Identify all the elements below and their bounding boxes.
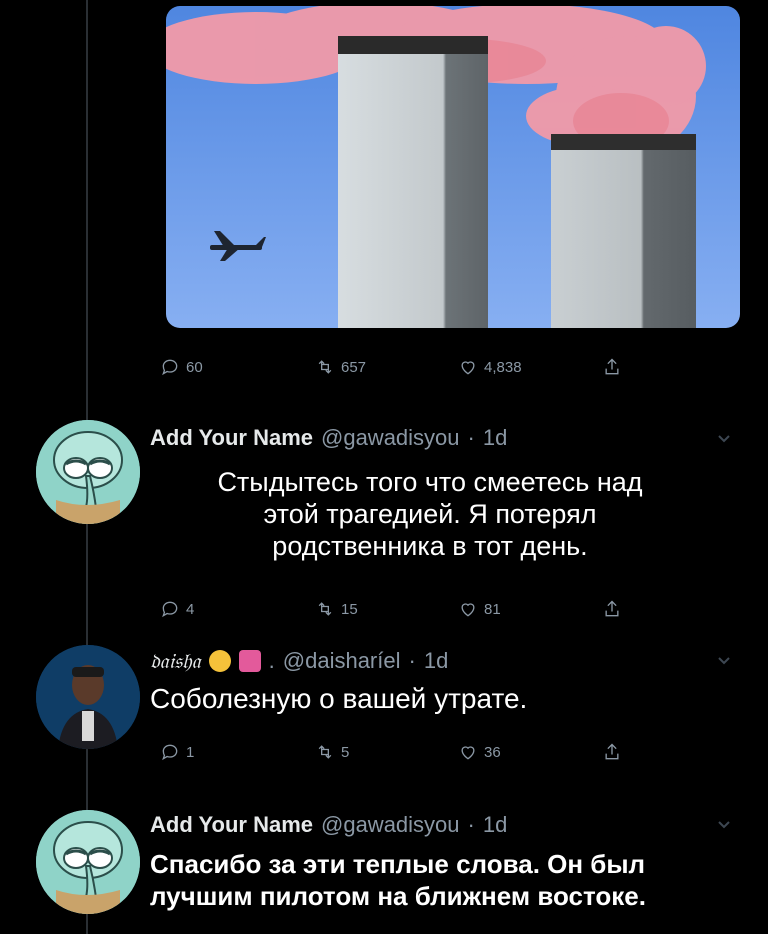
share-icon [605,743,619,760]
reply-count: 60 [186,358,203,376]
timestamp[interactable]: 1d [483,812,507,838]
retweet-icon [318,360,332,374]
reply-text-line: Спасибо за эти теплые слова. Он был [150,849,646,879]
reply-text-line: Стыдытесь того что смеетесь над [217,467,643,497]
reply-icon [162,601,178,618]
thread-line-top [86,0,88,420]
retweet-action[interactable]: 5 [315,742,349,762]
like-count: 81 [484,600,501,618]
reply-text-line: лучшим пилотом на ближнем востоке. [150,881,646,911]
reply-text-line: этой трагедией. Я потерял [263,499,597,529]
reply-actions: 4 15 81 [160,597,660,621]
reply-actions: 1 5 36 [160,740,660,764]
main-tweet-actions: 60 657 4,838 [160,355,660,379]
share-action[interactable] [602,742,622,762]
reply-meta: Add Your Name @gawadisyou · 1d [150,812,507,838]
reply-text: Спасибо за эти теплые слова. Он был лучш… [150,848,760,912]
like-action[interactable]: 81 [458,599,501,619]
squidward-avatar-image [36,810,140,914]
handle[interactable]: @daisharíel [283,648,401,674]
squidward-avatar-image [36,420,140,524]
portrait-avatar-image [36,645,140,749]
more-options-chevron[interactable] [716,430,732,446]
display-name[interactable]: 𝔡𝔞𝔦𝔰𝔥𝔞 [150,649,201,674]
handle[interactable]: @gawadisyou [321,812,460,838]
twin-towers-photo [166,6,740,328]
more-options-chevron[interactable] [716,816,732,832]
dot-separator: · [408,648,416,673]
share-action[interactable] [602,599,622,619]
reply-count: 1 [186,743,195,761]
tweet-media-image[interactable] [166,6,740,328]
like-action[interactable]: 4,838 [458,357,522,377]
avatar[interactable] [36,810,140,914]
reply-icon [162,359,178,376]
like-count: 36 [484,743,501,761]
display-name[interactable]: Add Your Name [150,425,313,451]
sparkling-heart-emoji [238,650,261,672]
avatar[interactable] [36,420,140,524]
reply-action[interactable]: 60 [160,357,203,377]
heart-icon [461,746,475,760]
reply-text-line: родственника в тот день. [272,531,588,561]
share-icon [605,358,619,375]
share-action[interactable] [602,357,622,377]
reply-action[interactable]: 4 [160,599,194,619]
reply-icon [162,744,178,761]
retweet-count: 5 [341,743,350,761]
retweet-count: 657 [341,358,367,376]
reply-meta: 𝔡𝔞𝔦𝔰𝔥𝔞 . @daisharíel · 1d [150,648,448,674]
reply-text: Соболезную о вашей утрате. [150,683,710,715]
timestamp[interactable]: 1d [483,425,507,451]
retweet-action[interactable]: 657 [315,357,366,377]
avatar[interactable] [36,645,140,749]
retweet-icon [318,602,332,616]
reply-text-line: Соболезную о вашей утрате. [150,683,528,714]
heart-icon [461,603,475,617]
reply-action[interactable]: 1 [160,742,194,762]
like-action[interactable]: 36 [458,742,501,762]
woozy-face-emoji [208,650,231,672]
thread-line-low [86,740,88,820]
heart-icon [461,361,475,375]
reply-count: 4 [186,600,195,618]
handle[interactable]: @gawadisyou [321,425,460,451]
chevron-down-icon [718,435,730,443]
separator: . [268,648,275,673]
chevron-down-icon [718,821,730,829]
retweet-icon [318,745,332,759]
reply-text: Стыдытесь того что смеетесь над этой тра… [150,466,710,562]
like-count: 4,838 [484,358,522,376]
thread-line-mid [86,505,88,645]
display-name[interactable]: Add Your Name [150,812,313,838]
share-icon [605,600,619,617]
retweet-action[interactable]: 15 [315,599,358,619]
dot-separator: · [467,812,475,837]
timestamp[interactable]: 1d [424,648,448,674]
dot-separator: · [467,425,475,450]
reply-meta: Add Your Name @gawadisyou · 1d [150,425,507,451]
chevron-down-icon [718,657,730,665]
more-options-chevron[interactable] [716,652,732,668]
retweet-count: 15 [341,600,358,618]
